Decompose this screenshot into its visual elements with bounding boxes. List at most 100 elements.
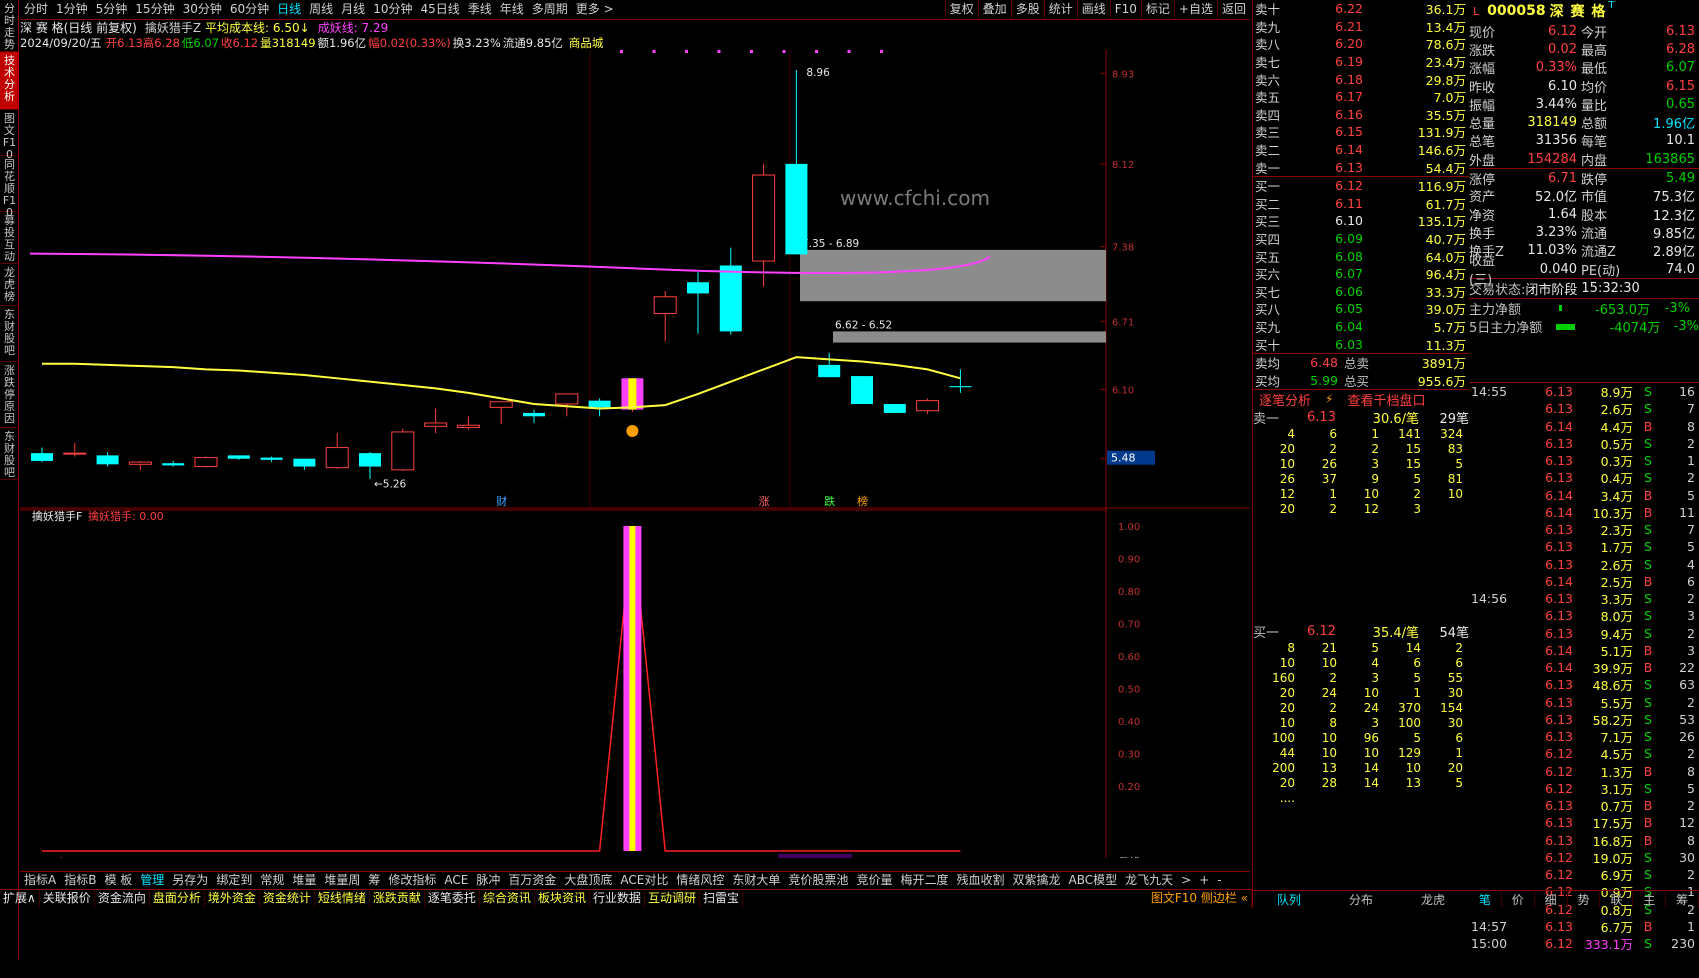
ask-level-5[interactable]: 卖五 6.17 7.0万 — [1253, 88, 1469, 106]
tick-tab-4[interactable]: 联 — [1600, 891, 1634, 908]
period-tab-13[interactable]: 多周期 — [528, 0, 572, 19]
sector-tag[interactable]: 商品城 — [569, 35, 604, 51]
indicator-tab-5[interactable]: 绑定到 — [212, 872, 256, 889]
tool-button-0[interactable]: 复权 — [944, 0, 978, 19]
candle-15[interactable] — [523, 409, 545, 423]
candle-22[interactable] — [752, 163, 776, 287]
indicator-tab-7[interactable]: 堆量 — [288, 872, 320, 889]
candle-2[interactable] — [96, 452, 119, 467]
period-tab-12[interactable]: 年线 — [496, 0, 528, 19]
candle-4[interactable] — [162, 460, 185, 467]
sidebar-tab-6[interactable]: 东财股吧 — [0, 306, 19, 362]
candle-25[interactable] — [851, 376, 873, 404]
candle-27[interactable] — [916, 398, 940, 415]
ask-level-9[interactable]: 卖一 6.13 54.4万 — [1253, 158, 1469, 176]
indicator-tab-1[interactable]: 指标B — [60, 872, 100, 889]
indicator-tab-12[interactable]: 脉冲 — [472, 872, 504, 889]
tick-tab-6[interactable]: 筹 — [1666, 891, 1699, 908]
indicator-tab-18[interactable]: 竞价股票池 — [784, 872, 852, 889]
tick-tab-2[interactable]: 细 — [1535, 891, 1568, 908]
candle-21[interactable] — [719, 247, 742, 335]
ob-tab-0[interactable]: 逐笔分析 — [1253, 390, 1317, 409]
candle-10[interactable] — [359, 452, 381, 479]
indicator-tab-8[interactable]: 堆量周 — [320, 872, 364, 889]
indicator-tab-25[interactable]: > — [1177, 872, 1195, 889]
ext-tab-4[interactable]: 境外资金 — [205, 890, 260, 907]
ask-level-7[interactable]: 卖三 6.15 131.9万 — [1253, 123, 1469, 141]
sidebar-tab-2[interactable]: 图文F10 — [0, 110, 19, 161]
sidebar-tab-4[interactable]: 募投互动 — [0, 212, 19, 264]
tick-tab-0[interactable]: 笔 — [1469, 891, 1502, 908]
ext-tab-3[interactable]: 盘面分析 — [150, 890, 205, 907]
candle-13[interactable] — [456, 416, 480, 430]
sidebar-tab-0[interactable]: 分时走势 — [0, 0, 19, 52]
candle-23[interactable] — [785, 70, 808, 255]
candle-24[interactable] — [818, 352, 841, 378]
candle-6[interactable] — [227, 455, 250, 460]
tool-button-2[interactable]: 多股 — [1010, 0, 1044, 19]
period-tab-3[interactable]: 15分钟 — [131, 0, 178, 19]
ob-tab-1[interactable]: 查看千档盘口 — [1341, 390, 1431, 409]
ext-tab-11[interactable]: 行业数据 — [590, 890, 645, 907]
sidebar-tab-7[interactable]: 涨跌停原因 — [0, 362, 19, 428]
tool-button-3[interactable]: 统计 — [1043, 0, 1077, 19]
ask-level-8[interactable]: 卖二 6.14 146.6万 — [1253, 141, 1469, 159]
sidebar-tab-8[interactable]: 东财股吧 — [0, 428, 19, 480]
candle-26[interactable] — [883, 404, 906, 413]
sidebar-tab-3[interactable]: 同花顺F10 — [0, 156, 19, 219]
candle-20[interactable] — [687, 272, 709, 334]
indicator-tab-21[interactable]: 残血收割 — [952, 872, 1008, 889]
ext-tab-5[interactable]: 资金统计 — [260, 890, 315, 907]
indicator-tab-23[interactable]: ABC模型 — [1065, 872, 1122, 889]
indicator-tab-19[interactable]: 竞价量 — [852, 872, 896, 889]
sub-indicator-name[interactable]: 擒妖猎手F — [32, 509, 82, 523]
sidebar-tab-1[interactable]: 技术分析 — [0, 52, 19, 110]
f10-sidebar-toggle[interactable]: 图文F10 侧边栏 « — [1148, 890, 1252, 907]
ext-tab-13[interactable]: 扫雷宝 — [700, 890, 743, 907]
tool-button-6[interactable]: 标记 — [1140, 0, 1174, 19]
indicator-tab-4[interactable]: 另存为 — [168, 872, 212, 889]
bid-level-5[interactable]: 买六 6.07 96.4万 — [1253, 265, 1469, 283]
ext-tab-2[interactable]: 资金流向 — [95, 890, 150, 907]
ext-tab-10[interactable]: 板块资讯 — [535, 890, 590, 907]
ext-tab-12[interactable]: 互动调研 — [645, 890, 700, 907]
indicator-tab-14[interactable]: 大盘顶底 — [560, 872, 616, 889]
sidebar-tab-5[interactable]: 龙虎榜 — [0, 264, 19, 306]
ext-tab-1[interactable]: 关联报价 — [40, 890, 95, 907]
candle-14[interactable] — [489, 401, 513, 425]
bid-level-4[interactable]: 买五 6.08 64.0万 — [1253, 247, 1469, 265]
candle-7[interactable] — [260, 456, 283, 463]
tick-tab-1[interactable]: 价 — [1502, 891, 1535, 908]
ask-level-6[interactable]: 卖四 6.16 35.5万 — [1253, 106, 1469, 124]
candle-12[interactable] — [424, 408, 448, 434]
period-tab-0[interactable]: 分时 — [20, 0, 52, 19]
event-marker-0[interactable]: 财 — [496, 494, 507, 508]
queue-tab-2[interactable]: 龙虎 — [1397, 891, 1469, 908]
period-tab-4[interactable]: 30分钟 — [179, 0, 226, 19]
period-tab-1[interactable]: 1分钟 — [52, 0, 92, 19]
ext-tab-9[interactable]: 综合资讯 — [480, 890, 535, 907]
ext-tab-8[interactable]: 逐笔委托 — [425, 890, 480, 907]
indicator-tab-16[interactable]: 情绪风控 — [672, 872, 728, 889]
indicator-tab-3[interactable]: 管理 — [136, 872, 168, 889]
bid-level-2[interactable]: 买三 6.10 135.1万 — [1253, 212, 1469, 230]
indicator-tab-15[interactable]: ACE对比 — [616, 872, 672, 889]
tool-button-8[interactable]: 返回 — [1216, 0, 1250, 19]
ext-tab-7[interactable]: 涨跌贡献 — [370, 890, 425, 907]
indicator-tab-24[interactable]: 龙飞九天 — [1121, 872, 1177, 889]
candle-1[interactable] — [63, 443, 87, 457]
tick-tab-5[interactable]: 主 — [1633, 891, 1667, 908]
indicator-tab-17[interactable]: 东财大单 — [728, 872, 784, 889]
ext-tab-0[interactable]: 扩展∧ — [0, 890, 40, 907]
candle-19[interactable] — [653, 291, 677, 342]
period-tab-8[interactable]: 月线 — [337, 0, 369, 19]
tool-button-4[interactable]: 画线 — [1076, 0, 1110, 19]
candle-5[interactable] — [194, 456, 218, 468]
bid-level-6[interactable]: 买七 6.06 33.3万 — [1253, 283, 1469, 301]
candle-0[interactable] — [31, 447, 53, 463]
indicator-tab-6[interactable]: 常规 — [256, 872, 288, 889]
candlestick-chart[interactable]: 8.938.127.386.716.105.485.487.35 - 6.896… — [20, 50, 1250, 510]
period-tab-9[interactable]: 10分钟 — [369, 0, 416, 19]
queue-tab-0[interactable]: 队列 — [1253, 891, 1325, 908]
indicator-tab-26[interactable]: + — [1195, 872, 1213, 889]
